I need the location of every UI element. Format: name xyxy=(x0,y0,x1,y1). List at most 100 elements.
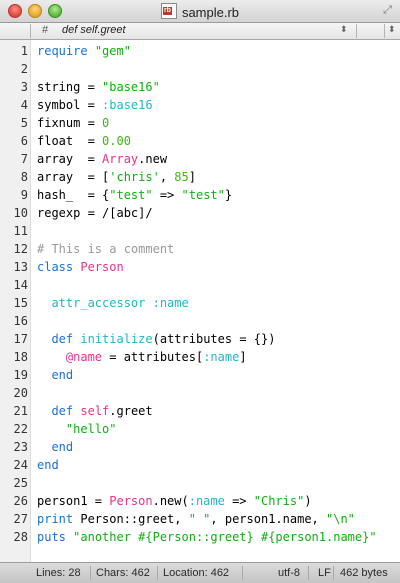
code-token: # This is a comment xyxy=(37,242,175,256)
code-token: regexp = /[abc]/ xyxy=(37,206,153,220)
code-line[interactable]: 5 fixnum = 0 xyxy=(0,114,400,132)
code-token: "base16" xyxy=(102,80,160,94)
code-token: "hello" xyxy=(65,422,117,436)
code-line[interactable]: 21 def self.greet xyxy=(0,402,400,420)
code-line[interactable]: 7 array = Array.new xyxy=(0,150,400,168)
code-line[interactable]: 3 string = "base16" xyxy=(0,78,400,96)
line-number: 18 xyxy=(13,350,28,364)
code-token: :name xyxy=(203,350,240,364)
code-token: string = xyxy=(37,80,103,94)
code-line[interactable]: 12 # This is a comment xyxy=(0,240,400,258)
code-text: symbol = :base16 xyxy=(37,96,153,114)
code-text: array = ['chris', 85] xyxy=(37,168,196,186)
code-token: initialize xyxy=(80,332,153,346)
code-line[interactable]: 9 hash_ = {"test" => "test"} xyxy=(0,186,400,204)
line-number: 19 xyxy=(13,368,28,382)
fullscreen-icon[interactable]: ⤢ xyxy=(381,4,394,17)
code-token: 0.00 xyxy=(102,134,131,148)
chevron-up-down-icon[interactable]: ⬍ xyxy=(388,24,396,35)
code-line[interactable]: 16 xyxy=(0,312,400,330)
status-divider xyxy=(242,566,243,580)
chevron-up-down-icon[interactable]: ⬍ xyxy=(340,24,348,35)
status-divider xyxy=(333,566,334,580)
code-text: float = 0.00 xyxy=(37,132,131,150)
window-title-group: rb sample.rb xyxy=(0,3,400,20)
code-line[interactable]: 20 xyxy=(0,384,400,402)
code-text: fixnum = 0 xyxy=(37,114,109,132)
code-text: attr_accessor :name xyxy=(37,294,189,312)
status-chars: Chars: 462 xyxy=(96,567,150,579)
line-number: 5 xyxy=(20,116,28,130)
code-token: :base16 xyxy=(102,98,153,112)
code-token: def xyxy=(51,404,74,418)
code-token: "Chris" xyxy=(253,494,305,508)
code-line[interactable]: 26 person1 = Person.new(:name => "Chris") xyxy=(0,492,400,510)
line-number: 16 xyxy=(13,314,28,328)
code-line[interactable]: 27 print Person::greet, " ", person1.name… xyxy=(0,510,400,528)
code-token: .new( xyxy=(152,494,189,508)
status-lines: Lines: 28 xyxy=(36,567,81,579)
code-token: symbol = xyxy=(37,98,103,112)
code-line[interactable]: 1 require "gem" xyxy=(0,42,400,60)
code-line[interactable]: 11 xyxy=(0,222,400,240)
code-line[interactable]: 25 xyxy=(0,474,400,492)
line-number: 26 xyxy=(13,494,28,508)
code-text: # This is a comment xyxy=(37,240,174,258)
code-line[interactable]: 28 puts "another #{Person::greet} #{perso… xyxy=(0,528,400,546)
status-location: Location: 462 xyxy=(163,567,230,579)
line-number: 3 xyxy=(20,80,28,94)
code-line[interactable]: 2 xyxy=(0,60,400,78)
current-symbol-label[interactable]: def self.greet xyxy=(62,24,126,36)
code-line[interactable]: 18 @name = attributes[:name] xyxy=(0,348,400,366)
line-number: 13 xyxy=(13,260,28,274)
code-line[interactable]: 19 end xyxy=(0,366,400,384)
code-token: "gem" xyxy=(94,44,131,58)
code-text: regexp = /[abc]/ xyxy=(37,204,153,222)
code-token: "\n" xyxy=(326,512,355,526)
line-number: 11 xyxy=(13,224,28,238)
code-editor[interactable]: 1 require "gem" 2 3 string = "base16" 4 symbol… xyxy=(0,40,400,562)
line-ending-selector[interactable]: LF xyxy=(318,563,331,583)
code-line[interactable]: 22 "hello" xyxy=(0,420,400,438)
code-line[interactable]: 14 xyxy=(0,276,400,294)
code-line[interactable]: 15 attr_accessor :name xyxy=(0,294,400,312)
code-token: fixnum = xyxy=(37,116,103,130)
code-token: , person1.name, xyxy=(210,512,326,526)
line-number: 22 xyxy=(13,422,28,436)
line-number: 23 xyxy=(13,440,28,454)
code-text: "hello" xyxy=(37,420,117,438)
code-line[interactable]: 8 array = ['chris', 85] xyxy=(0,168,400,186)
line-number: 9 xyxy=(20,188,28,202)
code-text: hash_ = {"test" => "test"} xyxy=(37,186,232,204)
code-token: "another #{Person::greet} #{person1.name… xyxy=(73,530,377,544)
code-line[interactable]: 4 symbol = :base16 xyxy=(0,96,400,114)
code-line[interactable]: 24 end xyxy=(0,456,400,474)
code-token: def xyxy=(51,332,74,346)
ruby-file-icon: rb xyxy=(160,3,177,19)
status-divider xyxy=(157,566,158,580)
line-number: 17 xyxy=(13,332,28,346)
code-line[interactable]: 17 def initialize(attributes = {}) xyxy=(0,330,400,348)
line-number: 8 xyxy=(20,170,28,184)
code-text: end xyxy=(37,438,73,456)
code-token: ) xyxy=(304,494,312,508)
symbol-bar-divider xyxy=(384,24,385,38)
code-token: 85 xyxy=(174,170,189,184)
code-line[interactable]: 6 float = 0.00 xyxy=(0,132,400,150)
code-token: 0 xyxy=(102,116,110,130)
code-token: 'chris' xyxy=(109,170,160,184)
code-text: @name = attributes[:name] xyxy=(37,348,247,366)
encoding-selector[interactable]: utf-8 xyxy=(278,563,300,583)
code-line[interactable]: 23 end xyxy=(0,438,400,456)
code-token: attr_accessor :name xyxy=(51,296,189,310)
code-line[interactable]: 13 class Person xyxy=(0,258,400,276)
line-number: 25 xyxy=(13,476,28,490)
code-token: Person xyxy=(109,494,153,508)
line-number: 20 xyxy=(13,386,28,400)
code-line[interactable]: 10 regexp = /[abc]/ xyxy=(0,204,400,222)
line-number: 1 xyxy=(20,44,28,58)
code-token: => xyxy=(224,494,254,508)
